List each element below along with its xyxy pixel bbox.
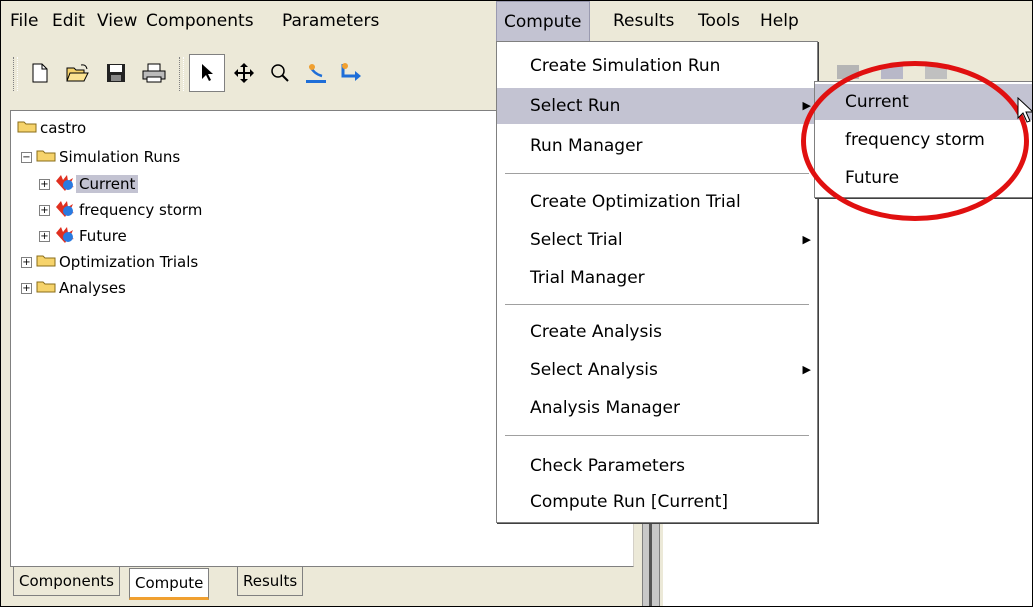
tree-run-current-label: Current (76, 175, 139, 193)
menu-help[interactable]: Help (753, 1, 806, 41)
app-window: File Edit View Components Parameters Com… (0, 0, 1033, 607)
tree-run-future-label: Future (79, 227, 127, 245)
menu-separator (505, 304, 809, 306)
mouse-cursor-icon (1017, 96, 1032, 127)
menu-item-compute-run[interactable]: Compute Run [Current] (497, 484, 817, 520)
menu-item-select-run[interactable]: Select Run ▶ (497, 88, 817, 124)
submenu-arrow-icon: ▶ (802, 233, 811, 246)
menu-separator (505, 173, 809, 175)
menu-tools[interactable]: Tools (691, 1, 747, 41)
tree-analyses[interactable]: + Analyses (21, 275, 129, 301)
tree-root-label: castro (40, 119, 87, 137)
menu-item-select-analysis[interactable]: Select Analysis ▶ (497, 352, 817, 388)
pan-move-icon[interactable] (227, 55, 261, 91)
submenu-item-future[interactable]: Future (815, 160, 1032, 196)
tree-run-current[interactable]: + Current (39, 171, 139, 197)
menu-item-trial-manager[interactable]: Trial Manager (497, 260, 817, 296)
simulation-run-icon (54, 225, 76, 247)
menu-item-check-parameters[interactable]: Check Parameters (497, 448, 817, 484)
folder-icon (17, 119, 37, 137)
menu-item-run-manager[interactable]: Run Manager (497, 128, 817, 164)
collapse-icon[interactable]: − (21, 151, 32, 163)
expand-icon[interactable]: + (21, 256, 32, 268)
tree-simulation-runs-label: Simulation Runs (59, 148, 181, 166)
simulation-run-icon (54, 173, 76, 195)
menu-parameters[interactable]: Parameters (275, 1, 386, 41)
menu-item-analysis-manager[interactable]: Analysis Manager (497, 390, 817, 426)
print-icon[interactable] (137, 55, 171, 91)
tree-run-future[interactable]: + Future (39, 223, 130, 249)
tab-compute[interactable]: Compute (129, 568, 210, 600)
expand-icon[interactable]: + (39, 230, 50, 242)
folder-icon (36, 148, 56, 166)
menu-separator (505, 435, 809, 437)
connect-icon[interactable] (335, 55, 369, 91)
submenu-item-current[interactable]: Current (815, 84, 1032, 120)
tree-run-frequency-storm-label: frequency storm (79, 201, 203, 219)
tab-results[interactable]: Results (237, 566, 304, 596)
menu-components[interactable]: Components (139, 1, 261, 41)
tree-optimization-trials-label: Optimization Trials (59, 253, 199, 271)
expand-icon[interactable]: + (39, 204, 50, 216)
toolbar-grip[interactable] (13, 57, 18, 91)
menu-compute[interactable]: Compute (496, 1, 590, 42)
new-file-icon[interactable] (23, 55, 57, 91)
compute-menu: Create Simulation Run Select Run ▶ Run Ma… (496, 41, 818, 523)
menu-item-create-simulation-run[interactable]: Create Simulation Run (497, 48, 817, 84)
open-folder-icon[interactable] (61, 55, 95, 91)
toolbar-grip-2[interactable] (179, 57, 184, 91)
table-icon (881, 65, 903, 79)
disabled-tool-icon (837, 65, 859, 79)
tree-root[interactable]: castro (17, 115, 89, 141)
menu-item-create-analysis[interactable]: Create Analysis (497, 314, 817, 350)
menu-item-create-optimization-trial[interactable]: Create Optimization Trial (497, 184, 817, 220)
submenu-item-frequency-storm[interactable]: frequency storm (815, 122, 1032, 158)
tree-run-frequency-storm[interactable]: + frequency storm (39, 197, 205, 223)
menubar: File Edit View Components Parameters Com… (1, 1, 1032, 42)
tree-optimization-trials[interactable]: + Optimization Trials (21, 249, 201, 275)
tree-analyses-label: Analyses (59, 279, 126, 297)
add-element-icon[interactable] (299, 55, 333, 91)
menu-results[interactable]: Results (606, 1, 681, 41)
tree-simulation-runs[interactable]: − Simulation Runs (21, 144, 183, 170)
select-arrow-icon[interactable] (189, 54, 225, 92)
tab-components[interactable]: Components (13, 566, 120, 596)
menu-view[interactable]: View (90, 1, 144, 41)
zoom-icon[interactable] (263, 55, 297, 91)
simulation-run-icon (54, 199, 76, 221)
expand-icon[interactable]: + (21, 282, 32, 294)
menu-item-select-trial-label: Select Trial (530, 230, 623, 250)
menu-item-select-trial[interactable]: Select Trial ▶ (497, 222, 817, 258)
clock-icon (925, 65, 947, 79)
submenu-arrow-icon: ▶ (802, 363, 811, 376)
save-icon[interactable] (99, 55, 133, 91)
menu-item-select-run-label: Select Run (530, 96, 621, 116)
menu-item-select-analysis-label: Select Analysis (530, 360, 658, 380)
submenu-arrow-icon: ▶ (802, 99, 811, 112)
folder-icon (36, 253, 56, 271)
expand-icon[interactable]: + (39, 178, 50, 190)
select-run-submenu: Current frequency storm Future (814, 81, 1032, 198)
folder-icon (36, 279, 56, 297)
menu-edit[interactable]: Edit (45, 1, 92, 41)
menu-file[interactable]: File (3, 1, 45, 41)
